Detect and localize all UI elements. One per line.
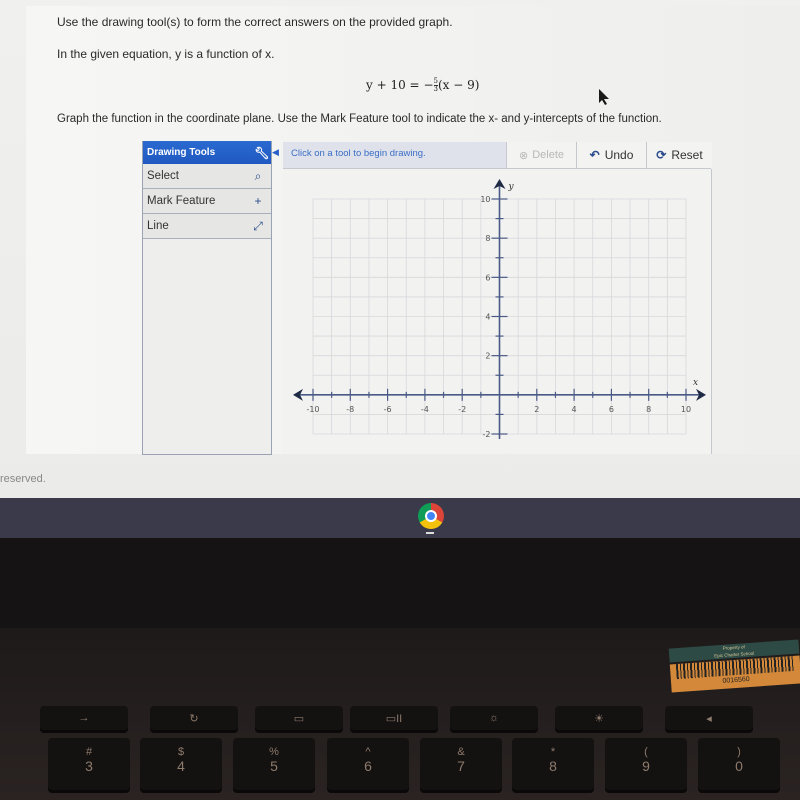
key-number: 5 [270, 758, 278, 774]
x-axis-label: x [693, 378, 698, 388]
laptop-bezel [0, 538, 800, 628]
y-axis-label: y [508, 182, 515, 192]
drawing-tools-header[interactable]: Drawing Tools 🔧︎ [143, 141, 271, 164]
x-tick-label: 10 [681, 405, 691, 414]
tool-line[interactable]: Line ⤢ [143, 214, 271, 239]
key-number: 3 [85, 758, 93, 774]
reset-label: Reset [671, 148, 703, 162]
key-symbol: # [85, 746, 93, 758]
key-number: 9 [642, 758, 650, 774]
task-instruction-text: Graph the function in the coordinate pla… [57, 113, 662, 125]
x-tick-label: -4 [421, 405, 429, 414]
key-number: 0 [735, 758, 743, 774]
y-tick-label: 2 [485, 352, 490, 361]
number-key[interactable]: (9 [605, 738, 687, 790]
undo-arrow-icon: ↶ [589, 148, 600, 162]
app-running-indicator [426, 532, 434, 534]
number-key[interactable]: & 7 [420, 738, 502, 790]
drawing-tools-title: Drawing Tools [147, 147, 216, 158]
y-tick-label: 10 [480, 195, 490, 204]
line-arrows-icon: ⤢ [253, 218, 263, 233]
key-symbol: & [457, 746, 465, 758]
equation-lhs: y + 10 = [366, 78, 420, 92]
equation-sign: − [423, 78, 434, 92]
equation-intro-text: In the given equation, y is a function o… [57, 47, 275, 61]
x-tick-label: 6 [609, 405, 614, 414]
graph-svg[interactable]: -10 -8 -6 -4 -2 2 4 6 8 10 10 8 6 4 2 -2 x y [283, 169, 711, 454]
mouse-cursor-icon [599, 89, 609, 105]
tool-label: Mark Feature [147, 195, 216, 207]
chrome-icon[interactable] [418, 503, 444, 529]
y-tick-label: -2 [483, 430, 491, 439]
y-tick-label: 8 [485, 234, 490, 243]
delete-button[interactable]: ⊗ Delete [506, 142, 576, 168]
function-key[interactable]: ▭ [255, 706, 343, 730]
x-tick-label: 2 [534, 405, 539, 414]
status-message: Click on a tool to begin drawing. [291, 148, 426, 159]
y-tick-label: 4 [485, 313, 490, 322]
reset-refresh-icon: ⟳ [656, 148, 667, 162]
asset-sticker: Property of Epic Charter School 0016560 [668, 639, 800, 693]
function-key[interactable]: → [40, 706, 128, 730]
plus-marker-icon: + [254, 194, 262, 208]
wrench-icon: 🔧︎ [254, 145, 270, 160]
key-symbol: % [269, 746, 279, 758]
select-pointer-icon: ⌕ [254, 168, 262, 183]
y-tick-label: 6 [485, 273, 490, 282]
key-symbol: ) [737, 746, 741, 758]
undo-label: Undo [604, 148, 634, 162]
equation: y + 10 = −5 3 (x − 9) [366, 78, 479, 93]
key-symbol: ^ [365, 746, 371, 758]
tool-label: Line [147, 220, 169, 232]
key-symbol: $ [177, 746, 185, 758]
number-key[interactable]: * 8 [512, 738, 594, 790]
delete-circle-icon: ⊗ [518, 149, 529, 162]
number-key[interactable]: $4 [140, 738, 222, 790]
function-key[interactable]: ▭II [350, 706, 438, 730]
key-symbol: ( [644, 746, 648, 758]
delete-label: Delete [532, 149, 564, 161]
function-key[interactable]: ☼ [450, 706, 538, 730]
function-key[interactable]: ☀ [555, 706, 643, 730]
os-shelf [0, 498, 800, 538]
number-key[interactable]: #3 [48, 738, 130, 790]
number-key[interactable]: % 5 [233, 738, 315, 790]
number-key[interactable]: ^ 6 [327, 738, 409, 790]
key-number: 7 [457, 758, 465, 774]
coordinate-plane[interactable]: -10 -8 -6 -4 -2 2 4 6 8 10 10 8 6 4 2 -2 x y [283, 169, 712, 454]
undo-button[interactable]: ↶ Undo [576, 142, 646, 168]
instruction-text: Use the drawing tool(s) to form the corr… [57, 15, 453, 29]
x-tick-label: -8 [346, 405, 354, 414]
key-number: 8 [549, 758, 557, 774]
tool-label: Select [147, 170, 179, 182]
function-key[interactable]: ◂ [665, 706, 753, 730]
x-tick-label: 8 [646, 405, 651, 414]
number-key[interactable]: ) 0 [698, 738, 780, 790]
reset-button[interactable]: ⟳ Reset [646, 142, 712, 168]
graph-toolbar: Click on a tool to begin drawing. ⊗ Dele… [283, 142, 712, 169]
tool-mark-feature[interactable]: Mark Feature + [143, 189, 271, 214]
x-tick-label: 4 [572, 405, 577, 414]
key-symbol: * [550, 746, 556, 758]
collapse-panel-icon[interactable]: ◀ [272, 147, 279, 158]
drawing-tools-panel: Drawing Tools 🔧︎ Select ⌕ Mark Feature +… [142, 141, 272, 455]
screen: Use the drawing tool(s) to form the corr… [0, 0, 800, 498]
footer-copyright: reserved. [0, 473, 46, 485]
equation-rhs: (x − 9) [437, 78, 480, 92]
function-key[interactable]: ↻ [150, 706, 238, 730]
x-tick-label: -10 [306, 405, 319, 414]
x-tick-label: -6 [384, 405, 392, 414]
key-number: 6 [364, 758, 372, 774]
key-number: 4 [177, 758, 185, 774]
tool-select[interactable]: Select ⌕ [143, 164, 271, 189]
x-tick-label: -2 [458, 405, 466, 414]
